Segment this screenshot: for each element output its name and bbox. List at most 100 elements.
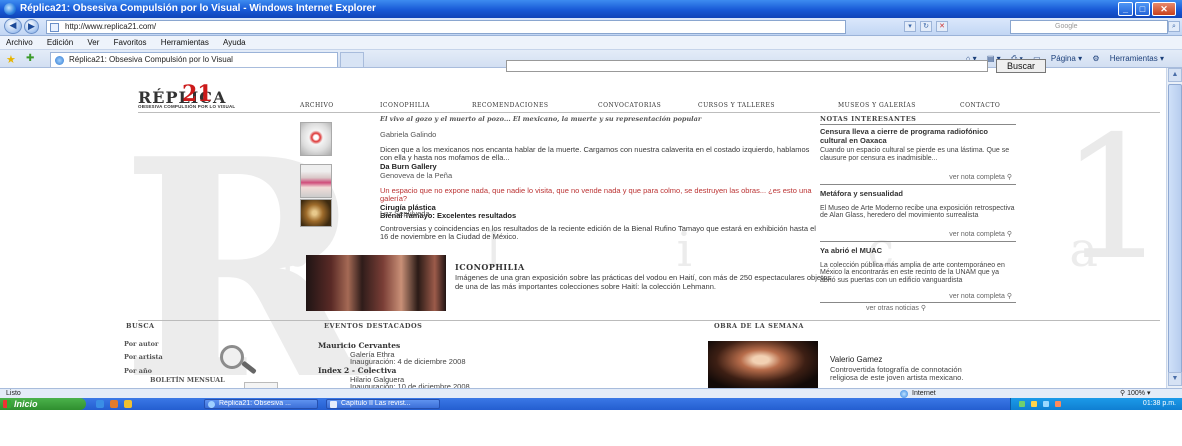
quicklaunch-desktop-icon[interactable] xyxy=(124,400,132,408)
task-browser[interactable]: Réplica21: Obsesiva ... xyxy=(204,399,318,409)
note-item: Metáfora y sensualidad El Museo de Arte … xyxy=(820,189,1016,220)
section-eventos: EVENTOS DESTACADOS xyxy=(324,322,423,330)
add-favorite-icon[interactable]: ✚ xyxy=(26,53,34,64)
tab-replica21[interactable]: Réplica21: Obsesiva Compulsión por lo Vi… xyxy=(50,52,338,67)
nav-contacto[interactable]: CONTACTO xyxy=(960,102,1000,109)
close-button[interactable]: ✕ xyxy=(1152,2,1176,16)
magnifier-icon: ⚲ xyxy=(1006,231,1012,238)
menu-archivo[interactable]: Archivo xyxy=(6,38,33,47)
menu-bar: Archivo Edición Ver Favoritos Herramient… xyxy=(0,36,1182,50)
scroll-down-icon[interactable]: ▼ xyxy=(1168,372,1182,386)
quicklaunch-media-icon[interactable] xyxy=(110,400,118,408)
search-by-year[interactable]: Por año xyxy=(124,367,152,375)
magnifier-lens xyxy=(220,345,244,369)
search-go-icon[interactable]: ⌕ xyxy=(1168,21,1180,32)
tray-volume-icon[interactable] xyxy=(1043,401,1049,407)
maximize-button[interactable]: □ xyxy=(1135,2,1150,16)
security-zone[interactable]: Internet xyxy=(912,389,936,398)
tab-label: Réplica21: Obsesiva Compulsión por lo Vi… xyxy=(69,55,233,64)
clock[interactable]: 01:38 p.m. xyxy=(1143,398,1176,410)
note-title[interactable]: Metáfora y sensualidad xyxy=(820,189,1016,199)
sidebar-divider xyxy=(820,302,1016,303)
tools-menu[interactable]: ⚙ Herramientas ▾ xyxy=(1092,54,1164,63)
article-author[interactable]: Gabriela Galindo xyxy=(380,130,820,140)
nav-recomendaciones[interactable]: RECOMENDACIONES xyxy=(472,102,548,109)
menu-favoritos[interactable]: Favoritos xyxy=(114,38,147,47)
article-summary: Dicen que a los mexicanos nos encanta ha… xyxy=(380,144,810,162)
url-input[interactable]: http://www.replica21.com/ xyxy=(46,20,846,34)
note-item: Censura lleva a cierre de programa radio… xyxy=(820,127,1016,162)
note-more-link[interactable]: ver nota completa ⚲ xyxy=(949,230,1012,238)
search-by-author[interactable]: Por autor xyxy=(124,340,158,348)
artwork-image[interactable] xyxy=(708,341,818,388)
magnifier-icon: ⚲ xyxy=(1006,174,1012,181)
nav-iconophilia[interactable]: ICONOPHILIA xyxy=(380,102,430,109)
window-title-bar: Réplica21: Obsesiva Compulsión por lo Vi… xyxy=(0,0,1182,18)
new-tab-button[interactable] xyxy=(340,52,364,67)
nav-museos-galerias[interactable]: MUSEOS Y GALERÍAS xyxy=(838,102,916,109)
search-input[interactable]: Google xyxy=(1010,20,1168,34)
article-thumbnail[interactable] xyxy=(300,122,332,156)
note-more-link[interactable]: ver nota completa ⚲ xyxy=(949,173,1012,181)
start-button[interactable]: Inicio xyxy=(0,398,86,410)
newsletter-label[interactable]: BOLETÍN MENSUAL xyxy=(150,376,225,384)
note-title[interactable]: Ya abrió el MUAC xyxy=(820,246,1016,256)
menu-ayuda[interactable]: Ayuda xyxy=(223,38,246,47)
zoom-level[interactable]: ⚲ 100% ▾ xyxy=(1120,389,1150,398)
article-author[interactable]: Luz Sepúlveda xyxy=(380,209,820,219)
quicklaunch-ie-icon[interactable] xyxy=(96,400,104,408)
article-thumbnail[interactable] xyxy=(300,164,332,198)
logo-tagline: OBSESIVA COMPULSIÓN POR LO VISUAL xyxy=(138,104,236,109)
site-logo[interactable]: RÉPLICA 21 OBSESIVA COMPULSIÓN POR LO VI… xyxy=(138,81,258,109)
back-button[interactable]: ◀ xyxy=(4,18,22,34)
nav-archivo[interactable]: ARCHIVO xyxy=(300,102,334,109)
featured-title[interactable]: El vivo al gozo y el muerto al pozo... E… xyxy=(380,115,820,123)
watermark-one: 1 xyxy=(1060,100,1169,298)
note-more-link[interactable]: ver nota completa ⚲ xyxy=(949,292,1012,300)
tray-alert-icon[interactable] xyxy=(1055,401,1061,407)
article-author[interactable]: Genoveva de la Peña xyxy=(380,171,820,181)
buscar-button[interactable]: Buscar xyxy=(996,59,1046,73)
menu-herramientas[interactable]: Herramientas xyxy=(161,38,209,47)
artwork-artist[interactable]: Valerio Gamez xyxy=(830,355,882,364)
stop-button[interactable]: ✕ xyxy=(936,21,948,32)
minimize-button[interactable]: _ xyxy=(1118,2,1133,16)
menu-ver[interactable]: Ver xyxy=(87,38,99,47)
note-item: Ya abrió el MUAC La colección pública má… xyxy=(820,246,1016,284)
event-title[interactable]: Index 2 - Colectiva xyxy=(318,366,396,375)
nav-convocatorias[interactable]: CONVOCATORIAS xyxy=(598,102,661,109)
favorites-star-icon[interactable]: ★ xyxy=(6,53,16,66)
nav-cursos-talleres[interactable]: CURSOS Y TALLERES xyxy=(698,102,775,109)
article-block: Luz Sepúlveda Controversias y coincidenc… xyxy=(380,209,820,242)
magnifier-icon[interactable] xyxy=(220,345,260,375)
note-title[interactable]: Censura lleva a cierre de programa radio… xyxy=(820,127,1016,145)
address-dropdown-button[interactable]: ▾ xyxy=(904,21,916,32)
search-by-artist[interactable]: Por artista xyxy=(124,353,163,361)
task-word[interactable]: Capítulo II Las revist... xyxy=(326,399,440,409)
scroll-up-icon[interactable]: ▲ xyxy=(1168,68,1182,82)
article-summary: Un espacio que no expone nada, que nadie… xyxy=(380,185,812,203)
note-more-label: ver nota completa xyxy=(949,231,1005,238)
iconophilia-title[interactable]: ICONOPHILIA xyxy=(455,262,525,272)
sidebar-heading: NOTAS INTERESANTES xyxy=(820,115,917,123)
magnifier-icon: ⚲ xyxy=(1006,293,1012,300)
tools-menu-label: Herramientas xyxy=(1109,54,1158,63)
other-news-link[interactable]: ver otras noticias ⚲ xyxy=(866,304,926,312)
note-more-label: ver nota completa xyxy=(949,174,1005,181)
forward-button[interactable]: ▶ xyxy=(24,19,39,34)
note-more-label: ver nota completa xyxy=(949,293,1005,300)
site-search-input[interactable] xyxy=(506,60,988,72)
status-bar: Listo Internet ⚲ 100% ▾ xyxy=(0,388,1182,398)
menu-edicion[interactable]: Edición xyxy=(47,38,73,47)
refresh-button[interactable]: ↻ xyxy=(920,21,932,32)
article-thumbnail[interactable] xyxy=(300,199,332,227)
tray-network-icon[interactable] xyxy=(1019,401,1025,407)
ie-logo-icon xyxy=(4,3,16,15)
magnifier-handle xyxy=(241,360,257,375)
tray-shield-icon[interactable] xyxy=(1031,401,1037,407)
article-block: Gabriela Galindo Dicen que a los mexican… xyxy=(380,130,820,172)
iconophilia-image[interactable] xyxy=(306,255,446,311)
note-body: El Museo de Arte Moderno recibe una expo… xyxy=(820,204,1015,220)
article-title[interactable]: Da Burn Gallery xyxy=(380,162,820,172)
event-title[interactable]: Mauricio Cervantes xyxy=(318,341,400,350)
